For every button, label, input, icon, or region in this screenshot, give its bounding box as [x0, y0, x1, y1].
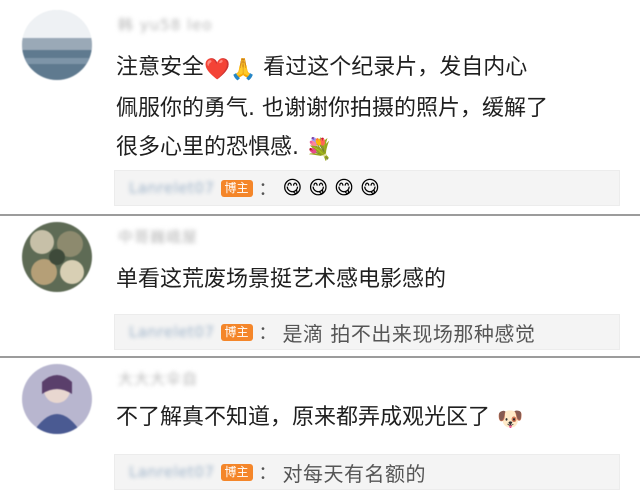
comment-text: 单看这荒废场景挺艺术感电影感的 — [116, 260, 620, 299]
author-badge: 博主 — [220, 463, 253, 481]
comment-text-line: 看过这个纪录片，发自内心 — [256, 55, 528, 80]
author-reply[interactable]: Lanrelet07 博主 ： 对每天有名额的 — [114, 454, 620, 490]
doge-emoji-icon: 🐶 — [497, 407, 524, 431]
yum-emoji-icon: 😋 — [334, 177, 354, 199]
avatar[interactable] — [22, 222, 92, 292]
comment-text: 注意安全❤️🙏 看过这个纪录片，发自内心 佩服你的勇气. 也谢谢你拍摄的照片，缓… — [116, 48, 620, 169]
avatar-image — [22, 364, 92, 434]
reply-author-name[interactable]: Lanrelet07 — [129, 323, 215, 341]
yum-emoji-icon: 😋 — [308, 177, 329, 199]
author-reply[interactable]: Lanrelet07 博主 ： 是滴 拍不出来现场那种感觉 — [114, 314, 620, 350]
reply-text: 是滴 拍不出来现场那种感觉 — [282, 321, 536, 346]
avatar-image — [22, 222, 92, 292]
reply-author-name[interactable]: Lanrelet07 — [129, 179, 215, 197]
comment-text-line: 佩服你的勇气. 也谢谢你拍摄的照片，缓解了 — [116, 96, 548, 121]
comment-item: 中哥巍峨屋 单看这荒废场景挺艺术感电影感的 Lanrelet07 博主 ： 是滴… — [0, 216, 640, 354]
yum-emoji-icon: 😋 — [282, 177, 303, 199]
comment-text-line: 不了解真不知道，原来都弄成观光区了 — [116, 405, 491, 430]
bouquet-emoji-icon: 💐 — [306, 137, 333, 161]
comment-text: 不了解真不知道，原来都弄成观光区了 🐶 — [116, 398, 620, 439]
comment-text-line: 单看这荒废场景挺艺术感电影感的 — [116, 267, 447, 292]
author-badge: 博主 — [220, 323, 253, 341]
author-badge: 博主 — [220, 179, 253, 197]
avatar[interactable] — [22, 10, 92, 80]
avatar-image — [22, 10, 92, 80]
username[interactable]: 韩 yu58 leo — [118, 14, 213, 35]
author-reply[interactable]: Lanrelet07 博主 ： 😋 😋 😋 😋 — [114, 170, 620, 206]
yum-emoji-icon: 😋 — [359, 177, 380, 199]
reply-author-name[interactable]: Lanrelet07 — [129, 463, 215, 481]
heart-pray-emoji-icon: ❤️🙏 — [204, 57, 257, 81]
username[interactable]: 中哥巍峨屋 — [118, 226, 198, 247]
comment-item: 大大大伞自 不了解真不知道，原来都弄成观光区了 🐶 Lanrelet07 博主 … — [0, 358, 640, 491]
comment-text-line: 注意安全 — [116, 55, 205, 80]
username[interactable]: 大大大伞自 — [118, 368, 198, 389]
comment-list: 韩 yu58 leo 注意安全❤️🙏 看过这个纪录片，发自内心 佩服你的勇气. … — [0, 0, 640, 491]
avatar[interactable] — [22, 364, 92, 434]
reply-colon: ： — [258, 323, 277, 344]
reply-text: 对每天有名额的 — [282, 461, 427, 486]
comment-text-line: 很多心里的恐惧感. — [116, 135, 299, 160]
reply-colon: ： — [258, 463, 277, 484]
reply-colon: ： — [258, 179, 277, 200]
comment-item: 韩 yu58 leo 注意安全❤️🙏 看过这个纪录片，发自内心 佩服你的勇气. … — [0, 0, 640, 212]
